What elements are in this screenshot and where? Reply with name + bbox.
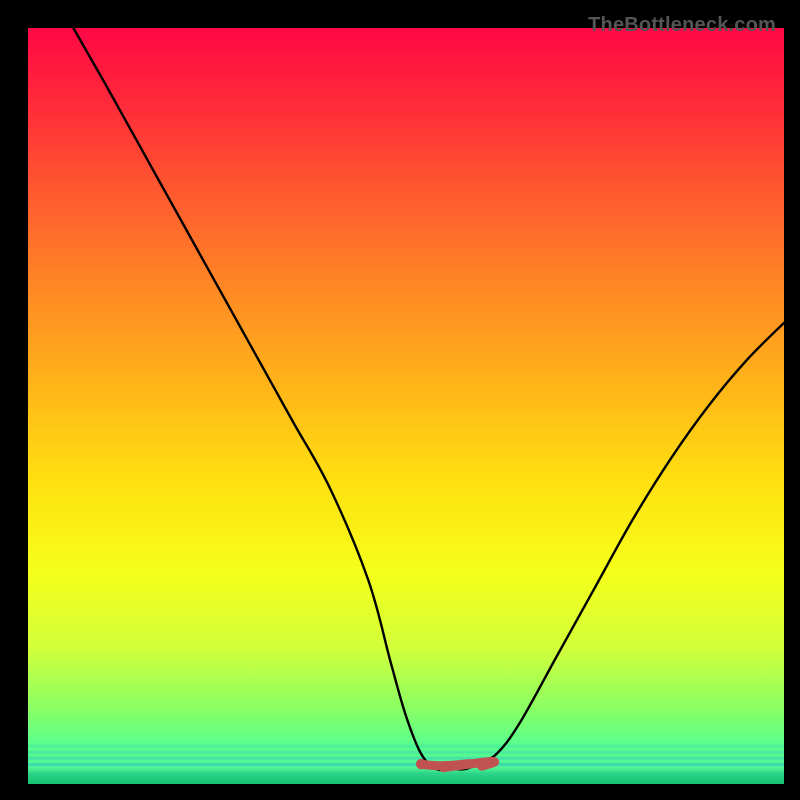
chart-frame: TheBottleneck.com: [6, 6, 794, 794]
bottleneck-curve: [28, 28, 784, 784]
watermark-text: TheBottleneck.com: [588, 14, 776, 37]
